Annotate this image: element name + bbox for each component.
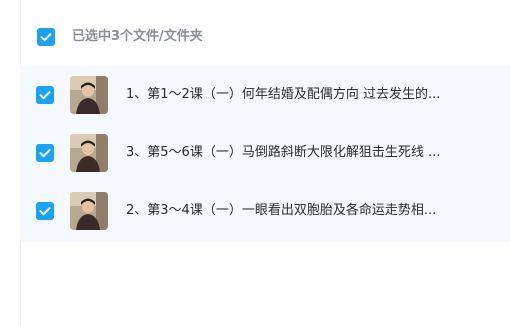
file-checkbox[interactable] — [36, 202, 54, 220]
video-thumbnail — [70, 192, 108, 230]
checkbox-checked-icon — [40, 33, 52, 42]
selection-count-label: 已选中3个文件/文件夹 — [72, 29, 203, 44]
video-thumbnail — [70, 134, 108, 172]
selected-file-list: 1、第1～2课（一）何年结婚及配偶方向 过去发生的... 3、第5～6课（一）马… — [20, 66, 510, 242]
checkbox-checked-icon — [39, 91, 51, 100]
file-checkbox[interactable] — [36, 86, 54, 104]
checkbox-checked-icon — [39, 207, 51, 216]
video-thumbnail — [70, 76, 108, 114]
file-name: 2、第3～4课（一）一眼看出双胞胎及各命运走势相... — [126, 203, 437, 218]
file-name: 3、第5～6课（一）马倒路斜断大限化解狙击生死线 ... — [126, 145, 441, 160]
select-all-checkbox[interactable] — [37, 28, 55, 46]
checkbox-checked-icon — [39, 149, 51, 158]
file-row[interactable]: 1、第1～2课（一）何年结婚及配偶方向 过去发生的... — [20, 66, 510, 124]
file-row[interactable]: 2、第3～4课（一）一眼看出双胞胎及各命运走势相... — [20, 182, 510, 240]
file-checkbox[interactable] — [36, 144, 54, 162]
file-selection-panel: 已选中3个文件/文件夹 1、第1～2课（一）何年结婚及配偶方向 过去发生的... — [0, 0, 510, 326]
file-row[interactable]: 3、第5～6课（一）马倒路斜断大限化解狙击生死线 ... — [20, 124, 510, 182]
file-name: 1、第1～2课（一）何年结婚及配偶方向 过去发生的... — [126, 87, 441, 102]
selection-header: 已选中3个文件/文件夹 — [0, 0, 510, 64]
